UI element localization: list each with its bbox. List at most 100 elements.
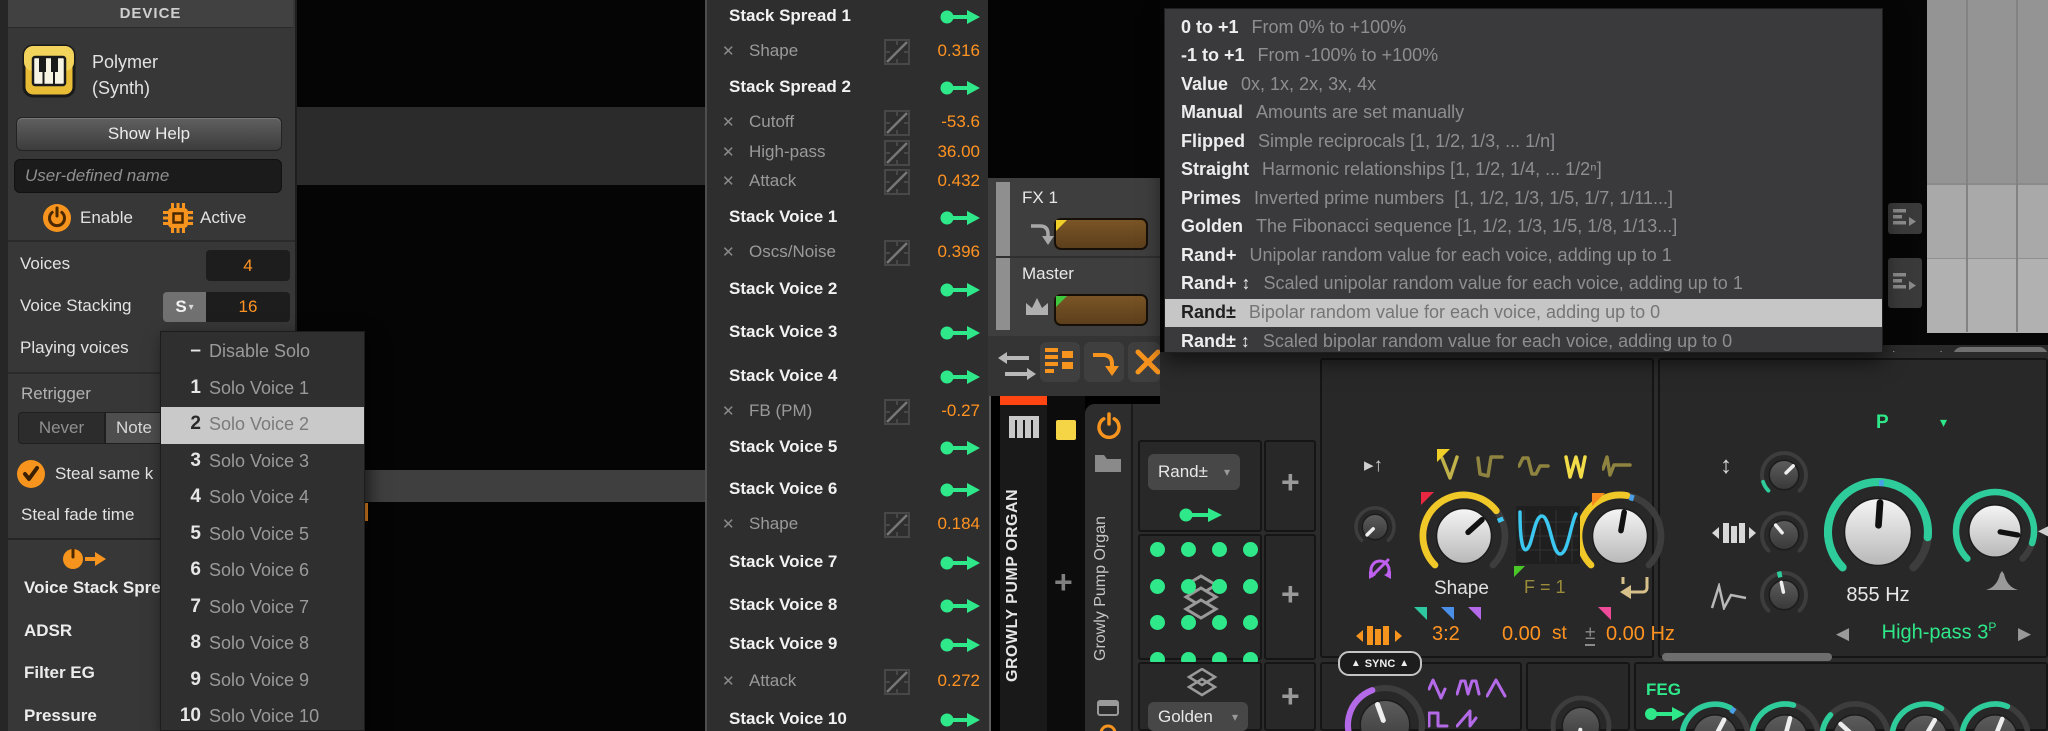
filter-type-next-button[interactable]: ▶ xyxy=(2018,624,2031,644)
add-modulator-cell[interactable]: + xyxy=(1264,662,1316,731)
enable-icon[interactable] xyxy=(42,203,72,233)
solo-menu-item-solo-voice-2[interactable]: 2 Solo Voice 2 xyxy=(161,407,364,444)
mod-group-row[interactable]: Stack Voice 5 xyxy=(707,431,990,465)
mod-group-row[interactable]: Stack Voice 8 xyxy=(707,589,990,623)
osc-shape-knob[interactable] xyxy=(1419,491,1509,581)
mod-amount-value[interactable]: -0.27 xyxy=(941,401,980,421)
mod-target-row[interactable]: ✕ Attack 0.272 xyxy=(707,665,990,699)
mod-target-row[interactable]: ✕ Attack 0.432 xyxy=(707,165,990,199)
remove-mapping-icon[interactable]: ✕ xyxy=(722,172,735,190)
solo-menu-item-solo-voice-1[interactable]: 1 Solo Voice 1 xyxy=(161,371,364,408)
stacking-mode-option-8[interactable]: Golden The Fibonacci sequence [1, 1/2, 1/… xyxy=(1165,213,1882,241)
osc-pm-sign[interactable]: ± xyxy=(1585,624,1596,646)
master-fader[interactable] xyxy=(1054,294,1148,326)
mod-group-row[interactable]: Stack Voice 6 xyxy=(707,473,990,507)
mod-target-row[interactable]: ✕ FB (PM) -0.27 xyxy=(707,395,990,429)
mod-group-row[interactable]: Stack Spread 2 xyxy=(707,71,990,105)
stacking-mode-option-9[interactable]: Rand+ Unipolar random value for each voic… xyxy=(1165,241,1882,269)
mod-source-voice-stack-spread[interactable]: Voice Stack Sprea xyxy=(24,578,160,598)
mod-route-icon[interactable] xyxy=(1178,504,1224,526)
play-direction-icon[interactable]: ▸↑ xyxy=(1364,454,1383,477)
mod-target-row[interactable]: ✕ Oscs/Noise 0.396 xyxy=(707,236,990,270)
mod-source-filter-eg[interactable]: Filter EG xyxy=(24,663,95,683)
lfo-shape-2[interactable] xyxy=(1456,676,1482,702)
feg-amount-knob[interactable] xyxy=(1958,700,2032,731)
mod-group-row[interactable]: Stack Voice 2 xyxy=(707,273,990,307)
add-modulator-button[interactable]: + xyxy=(1281,576,1300,613)
phase-randomize-icon[interactable] xyxy=(1366,554,1394,582)
lfo-shape-grid[interactable] xyxy=(1428,676,1554,731)
remove-mapping-icon[interactable]: ✕ xyxy=(722,515,735,533)
track-tab[interactable]: GROWLY PUMP ORGAN xyxy=(1000,396,1047,731)
device-power-icon[interactable] xyxy=(1095,412,1123,440)
osc-phase-knob[interactable] xyxy=(1352,504,1398,550)
fx1-send-fader[interactable] xyxy=(1054,218,1148,250)
osc-ratio-value[interactable]: 3:2 xyxy=(1432,623,1460,646)
mod-source-adsr[interactable]: ADSR xyxy=(24,621,72,641)
mod-amount-value[interactable]: 0.396 xyxy=(937,242,980,262)
remove-mapping-icon[interactable]: ✕ xyxy=(722,42,735,60)
remove-mapping-icon[interactable]: ✕ xyxy=(722,113,735,131)
mixer-knob[interactable] xyxy=(1549,694,1613,731)
swap-icon[interactable] xyxy=(998,350,1036,382)
route-button[interactable] xyxy=(1084,342,1124,382)
stacking-mode-option-11[interactable]: Rand± Bipolar random value for each voice… xyxy=(1165,298,1882,327)
osc-detune-hz-value[interactable]: 0.00 Hz xyxy=(1606,623,1675,646)
add-modulator-cell[interactable]: + xyxy=(1264,534,1316,660)
solo-menu-item-solo-voice-10[interactable]: 10 Solo Voice 10 xyxy=(161,699,364,730)
add-modulator-cell[interactable]: + xyxy=(1264,440,1316,532)
filter-type-prev-button[interactable]: ◀ xyxy=(1836,624,1849,644)
add-modulator-button[interactable]: + xyxy=(1281,678,1300,715)
wave-type-3[interactable] xyxy=(1518,452,1552,482)
track-color-swatch[interactable] xyxy=(1056,420,1076,440)
loop-mode-icon[interactable] xyxy=(1618,574,1652,602)
feg-release-knob[interactable] xyxy=(1888,700,1962,731)
mod-group-row[interactable]: Stack Voice 9 xyxy=(707,628,990,662)
preset-folder-icon[interactable] xyxy=(1095,452,1121,472)
mod-group-row[interactable]: Stack Voice 1 xyxy=(707,201,990,235)
keyboard-tracking-icon[interactable] xyxy=(1356,624,1402,648)
sync-badge[interactable]: ▲ SYNC ▲ xyxy=(1338,651,1422,676)
device-title-bar[interactable]: Growly Pump Organ xyxy=(1085,404,1133,731)
filter-header-caret-icon[interactable]: ▾ xyxy=(1940,414,1947,431)
wave-type-5[interactable] xyxy=(1602,452,1634,482)
wave-display[interactable] xyxy=(1516,506,1580,564)
waveform-selector[interactable] xyxy=(1440,452,1654,486)
filter-type-selector[interactable]: High-pass 3P xyxy=(1864,620,2014,645)
lfo-shape-4[interactable] xyxy=(1428,706,1454,731)
stacking-mode-option-3[interactable]: Value 0x, 1x, 2x, 3x, 4x xyxy=(1165,70,1882,98)
voice-stacking-value[interactable]: 16 xyxy=(206,292,290,322)
mod-amount-value[interactable]: 0.432 xyxy=(937,171,980,191)
mod-group-row[interactable]: Stack Voice 4 xyxy=(707,360,990,394)
mod-amount-value[interactable]: 0.272 xyxy=(937,671,980,691)
retrigger-note-button[interactable]: Note xyxy=(105,412,161,444)
solo-menu-item-solo-voice-7[interactable]: 7 Solo Voice 7 xyxy=(161,590,364,627)
solo-menu-item-solo-voice-6[interactable]: 6 Solo Voice 6 xyxy=(161,553,364,590)
filter-env-knob[interactable] xyxy=(1758,449,1810,501)
mod-group-row[interactable]: Stack Voice 3 xyxy=(707,316,990,350)
mod-amount-value[interactable]: 36.00 xyxy=(937,142,980,162)
lfo-shape-1[interactable] xyxy=(1428,676,1454,702)
osc-detune-st-value[interactable]: 0.00 xyxy=(1502,623,1541,646)
mod-group-row[interactable]: Stack Voice 10 xyxy=(707,703,990,731)
osc-warp-knob[interactable] xyxy=(1575,491,1665,581)
stacking-mode-option-4[interactable]: Manual Amounts are set manually xyxy=(1165,99,1882,127)
filter-scroll-thumb[interactable] xyxy=(1662,653,1832,661)
filter-res-knob[interactable] xyxy=(1952,488,2038,574)
stacking-mode-option-2[interactable]: -1 to +1 From -100% to +100% xyxy=(1165,42,1882,70)
feg-attack-knob[interactable] xyxy=(1678,700,1752,731)
clip-slot-button[interactable] xyxy=(1888,203,1922,234)
solo-mode-button[interactable]: S ▾ xyxy=(163,292,206,322)
stacking-mode-option-10[interactable]: Rand+ ↕ Scaled unipolar random value for … xyxy=(1165,270,1882,298)
mod-amount-value[interactable]: -53.6 xyxy=(941,112,980,132)
stacking-mode-option-1[interactable]: 0 to +1 From 0% to +100% xyxy=(1165,13,1882,41)
solo-menu-item-disable-solo[interactable]: – Disable Solo xyxy=(161,334,364,371)
feg-decay-knob[interactable] xyxy=(1748,700,1822,731)
collapse-arrow-icon[interactable]: ◀ xyxy=(2038,520,2048,541)
osc-partial-label[interactable]: F = 1 xyxy=(1524,577,1566,598)
solo-menu-item-solo-voice-5[interactable]: 5 Solo Voice 5 xyxy=(161,517,364,554)
mod-group-row[interactable]: Stack Spread 1 xyxy=(707,0,990,34)
mod-amount-value[interactable]: 0.316 xyxy=(937,41,980,61)
retrigger-never-button[interactable]: Never xyxy=(18,412,105,444)
remove-mapping-icon[interactable]: ✕ xyxy=(722,672,735,690)
